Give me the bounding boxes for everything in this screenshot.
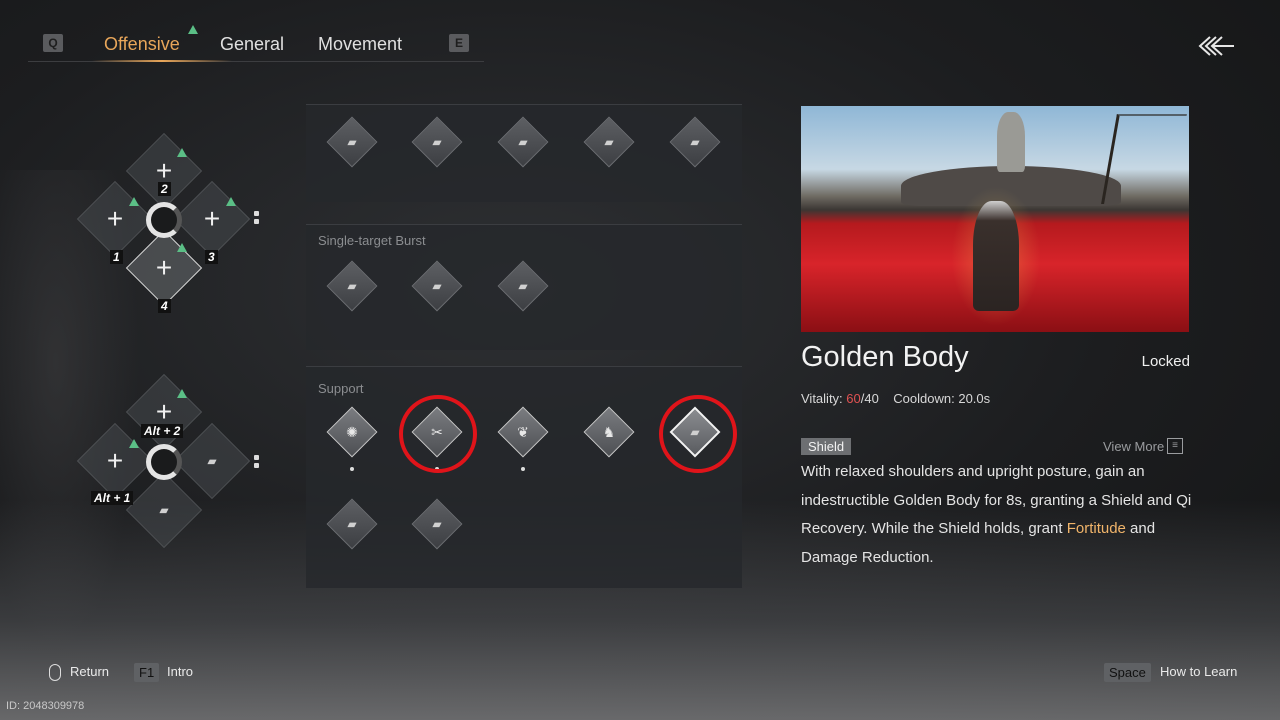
slot-key-label: Alt + 2 bbox=[141, 424, 184, 438]
view-more-icon[interactable]: ≡ bbox=[1167, 438, 1183, 454]
return-button[interactable]: Return bbox=[70, 664, 109, 679]
next-tab-key[interactable]: E bbox=[449, 34, 469, 52]
flame-figure-skill-icon: ♞ bbox=[602, 424, 616, 440]
skill-preview-image bbox=[801, 106, 1189, 332]
slot-number-label: 4 bbox=[158, 299, 171, 313]
player-id: ID: 2048309978 bbox=[6, 700, 85, 712]
bird-skill-icon: ❦ bbox=[517, 424, 529, 440]
active-tab-underline bbox=[92, 60, 232, 62]
lock-icon: ▰ bbox=[604, 135, 614, 149]
lock-icon: ▰ bbox=[432, 135, 442, 149]
lock-icon: ▰ bbox=[432, 279, 442, 293]
lock-status: Locked bbox=[1141, 353, 1190, 370]
cooldown-label: Cooldown: 20.0s bbox=[893, 391, 991, 406]
lock-icon: ▰ bbox=[432, 517, 442, 531]
highlight-circle bbox=[399, 395, 477, 473]
new-indicator-icon bbox=[226, 197, 236, 206]
skill-stats: Vitality: 60/40 Cooldown: 20.0s bbox=[801, 391, 990, 406]
new-indicator-icon bbox=[177, 389, 187, 398]
mouse-icon bbox=[49, 664, 61, 681]
vitality-label: Vitality: bbox=[801, 391, 843, 406]
page-dots-icon bbox=[254, 455, 259, 469]
skill-title: Golden Body bbox=[801, 341, 969, 373]
lock-icon: ▰ bbox=[518, 279, 528, 293]
skill-group-panel: Single-target Burst ▰ ▰ ▰ bbox=[306, 224, 742, 350]
category-tab-bar: Q Offensive General Movement E bbox=[28, 25, 484, 62]
view-more-link[interactable]: View More bbox=[1103, 439, 1164, 454]
skill-group-panel: ▰ ▰ ▰ ▰ ▰ bbox=[306, 104, 742, 202]
lock-icon: ▰ bbox=[347, 135, 357, 149]
lotus-skill-icon: ✺ bbox=[346, 424, 358, 440]
new-indicator-icon bbox=[129, 439, 139, 448]
space-key[interactable]: Space bbox=[1104, 663, 1151, 682]
page-dots-icon bbox=[254, 211, 259, 225]
vitality-current: 60 bbox=[846, 391, 861, 406]
lock-icon: ▰ bbox=[518, 135, 528, 149]
slot-key-label: Alt + 1 bbox=[91, 491, 134, 505]
new-indicator-icon bbox=[177, 243, 187, 252]
intro-key[interactable]: F1 bbox=[134, 663, 160, 682]
wheel-center-ring bbox=[146, 202, 182, 238]
tab-general[interactable]: General bbox=[220, 34, 284, 55]
fortitude-keyword[interactable]: Fortitude bbox=[1067, 520, 1126, 537]
prev-tab-key[interactable]: Q bbox=[43, 34, 63, 52]
skill-group-title: Single-target Burst bbox=[318, 233, 426, 248]
new-indicator-icon bbox=[177, 148, 187, 157]
new-indicator-icon bbox=[188, 25, 198, 34]
wheel-center-ring bbox=[146, 444, 182, 480]
skill-group-title: Support bbox=[318, 381, 364, 396]
lock-icon: ▰ bbox=[347, 517, 357, 531]
lock-icon: ▰ bbox=[347, 279, 357, 293]
highlight-circle bbox=[659, 395, 737, 473]
lock-icon: ▰ bbox=[159, 503, 169, 517]
back-arrow-icon[interactable] bbox=[1196, 34, 1236, 58]
slot-number-label: 1 bbox=[110, 250, 123, 264]
lock-icon: ▰ bbox=[207, 454, 217, 468]
tab-movement[interactable]: Movement bbox=[318, 34, 402, 55]
skill-group-panel: Support ✺ ✂ ❦ ♞ ▰ ▰ ▰ bbox=[306, 366, 742, 588]
lock-icon: ▰ bbox=[690, 135, 700, 149]
skill-description: With relaxed shoulders and upright postu… bbox=[801, 458, 1201, 572]
skill-tag: Shield bbox=[801, 438, 852, 455]
how-to-learn-button[interactable]: How to Learn bbox=[1160, 664, 1237, 679]
slot-number-label: 3 bbox=[205, 250, 218, 264]
intro-button[interactable]: Intro bbox=[167, 664, 193, 679]
vitality-max: /40 bbox=[860, 391, 879, 406]
slot-number-label: 2 bbox=[158, 182, 171, 196]
new-indicator-icon bbox=[129, 197, 139, 206]
tab-offensive[interactable]: Offensive bbox=[104, 34, 180, 55]
